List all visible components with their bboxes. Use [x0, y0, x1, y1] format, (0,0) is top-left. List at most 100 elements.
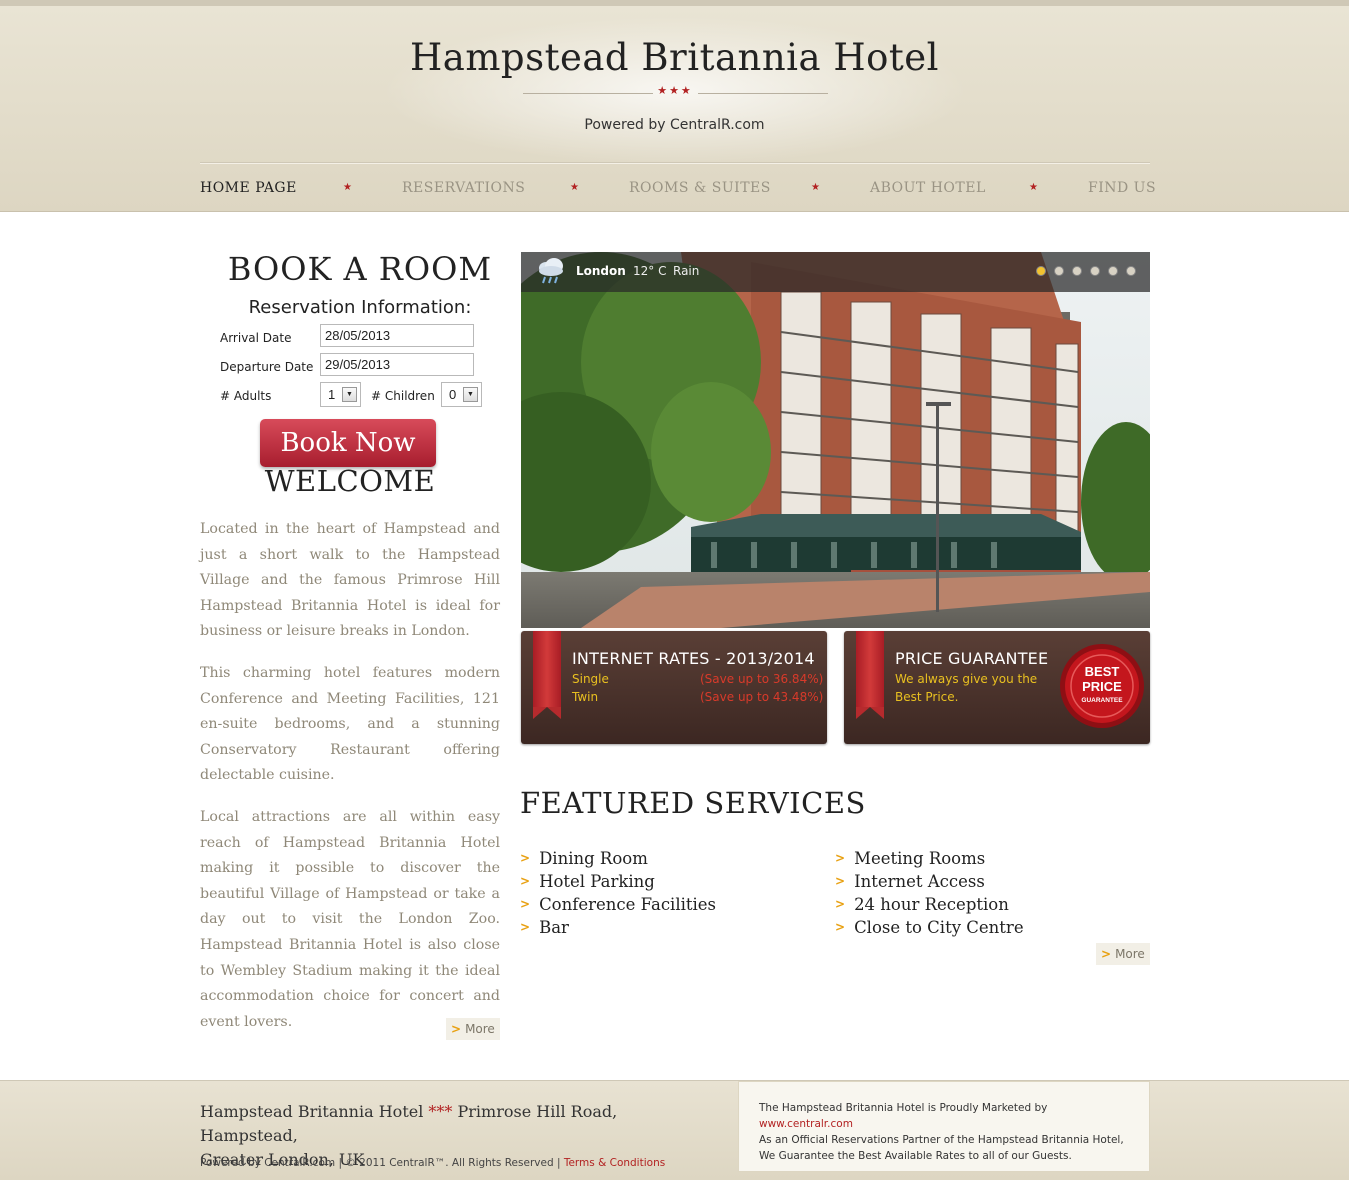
marketing-line3: We Guarantee the Best Available Rates to…	[759, 1150, 1072, 1162]
arrow-right-icon: >	[520, 920, 531, 934]
children-select[interactable]: 0 ▼	[441, 382, 482, 407]
rate-saving-twin: (Save up to 43.48%)	[700, 690, 824, 704]
adults-value: 1	[328, 387, 336, 402]
children-value: 0	[449, 387, 457, 402]
seal-text-price: PRICE	[1082, 679, 1122, 694]
nav-item-rooms-suites[interactable]: ROOMS & SUITES	[629, 180, 771, 196]
footer-hotel-name: Hampstead Britannia Hotel	[200, 1102, 424, 1121]
internet-rates-title: INTERNET RATES - 2013/2014	[572, 649, 815, 668]
arrow-right-icon: >	[835, 920, 846, 934]
best-price-seal-icon: BEST PRICE GUARANTEE	[1060, 644, 1144, 728]
ribbon-icon	[533, 631, 561, 719]
arrow-right-icon: >	[520, 874, 531, 888]
price-guarantee-title: PRICE GUARANTEE	[895, 649, 1049, 668]
arrow-right-icon: >	[835, 874, 846, 888]
marketing-line1: The Hampstead Britannia Hotel is Proudly…	[759, 1102, 1048, 1114]
copyright-text: Powered by CentralR.com | © 2011 Central…	[200, 1157, 564, 1169]
footer-marketing-text: The Hampstead Britannia Hotel is Proudly…	[759, 1100, 1139, 1164]
service-label: 24 hour Reception	[854, 895, 1009, 914]
seal-text-guarantee: GUARANTEE	[1081, 697, 1123, 704]
price-guarantee-line1: We always give you the	[895, 672, 1038, 686]
welcome-paragraph: Located in the heart of Hampstead and ju…	[200, 521, 500, 640]
price-guarantee-line2: Best Price.	[895, 690, 959, 704]
book-now-button[interactable]: Book Now	[260, 419, 436, 467]
nav-item-find-us[interactable]: FIND US	[1088, 180, 1156, 196]
service-item[interactable]: > Meeting Rooms	[835, 849, 985, 868]
slider-dot-6[interactable]	[1126, 266, 1136, 276]
hotel-photo-slider[interactable]	[521, 252, 1150, 628]
adults-select[interactable]: 1 ▼	[320, 382, 361, 407]
nav-item-reservations[interactable]: RESERVATIONS	[402, 180, 525, 196]
service-label: Bar	[539, 918, 569, 937]
services-more-button[interactable]: > More	[1096, 943, 1150, 965]
nav-star-icon: ★	[1029, 182, 1038, 193]
service-item[interactable]: > Internet Access	[835, 872, 985, 891]
nav-star-icon: ★	[343, 182, 352, 193]
ribbon-icon	[856, 631, 884, 719]
reservation-info-heading: Reservation Information:	[248, 297, 472, 318]
rate-saving-single: (Save up to 36.84%)	[700, 672, 824, 686]
weather-city: London	[576, 264, 626, 278]
service-item[interactable]: >24 hour Reception	[835, 895, 1009, 914]
arrival-date-input[interactable]: 28/05/2013	[320, 324, 474, 347]
slider-dot-4[interactable]	[1090, 266, 1100, 276]
rate-room-single: Single	[572, 672, 609, 686]
rate-room-twin: Twin	[572, 690, 599, 704]
arrow-right-icon: >	[520, 897, 531, 911]
welcome-paragraph: This charming hotel features modern Conf…	[200, 665, 500, 784]
footer-stars-icon: ***	[428, 1102, 453, 1121]
service-label: Dining Room	[539, 849, 648, 868]
slider-dot-5[interactable]	[1108, 266, 1118, 276]
hotel-title: Hampstead Britannia Hotel	[410, 36, 939, 79]
internet-rates-box[interactable]: INTERNET RATES - 2013/2014 Single (Save …	[521, 631, 827, 744]
terms-link[interactable]: Terms & Conditions	[564, 1157, 665, 1169]
nav-item-about-hotel[interactable]: ABOUT HOTEL	[870, 180, 986, 196]
rain-cloud-icon	[539, 258, 563, 284]
arrow-right-icon: >	[520, 851, 531, 865]
title-stars-icon: ★★★	[657, 84, 693, 97]
arrow-right-icon: >	[1101, 947, 1112, 961]
slider-dot-1[interactable]	[1036, 266, 1046, 276]
service-item[interactable]: > Close to City Centre	[835, 918, 1024, 937]
featured-services-title: FEATURED SERVICES	[520, 786, 866, 820]
hotel-building-photo	[521, 252, 1150, 628]
marketing-line2: As an Official Reservations Partner of t…	[759, 1134, 1124, 1146]
welcome-paragraph: Local attractions are all within easy re…	[200, 809, 500, 1030]
service-label: Hotel Parking	[539, 872, 655, 891]
departure-date-label: Departure Date	[220, 360, 314, 374]
chevron-down-icon[interactable]: ▼	[342, 387, 357, 402]
chevron-down-icon[interactable]: ▼	[463, 387, 478, 402]
arrow-right-icon: >	[451, 1022, 462, 1036]
slider-dot-3[interactable]	[1072, 266, 1082, 276]
nav-star-icon: ★	[570, 182, 579, 193]
service-label: Conference Facilities	[539, 895, 717, 914]
service-label: Meeting Rooms	[854, 849, 986, 868]
arrow-right-icon: >	[835, 897, 846, 911]
welcome-title: WELCOME	[264, 464, 436, 498]
main-nav: HOME PAGE ★ RESERVATIONS ★ ROOMS & SUITE…	[200, 180, 1156, 200]
departure-date-input[interactable]: 29/05/2013	[320, 353, 474, 376]
more-label: More	[465, 1022, 495, 1036]
service-item[interactable]: > Conference Facilities	[520, 895, 716, 914]
service-label: Close to City Centre	[854, 918, 1024, 937]
nav-divider	[200, 162, 1150, 163]
service-item[interactable]: > Hotel Parking	[520, 872, 655, 891]
nav-item-home[interactable]: HOME PAGE	[200, 180, 297, 196]
centralr-link[interactable]: www.centralr.com	[759, 1118, 853, 1130]
footer-copyright: Powered by CentralR.com | © 2011 Central…	[200, 1157, 665, 1169]
service-item[interactable]: > Dining Room	[520, 849, 648, 868]
title-rule-left	[523, 93, 653, 94]
arrival-date-label: Arrival Date	[220, 331, 292, 345]
service-label: Internet Access	[854, 872, 985, 891]
seal-text-best: BEST	[1085, 664, 1120, 679]
title-rule-right	[698, 93, 828, 94]
nav-star-icon: ★	[811, 182, 820, 193]
welcome-more-button[interactable]: > More	[446, 1018, 500, 1040]
service-item[interactable]: > Bar	[520, 918, 569, 937]
adults-label: # Adults	[220, 389, 272, 403]
slider-dot-2[interactable]	[1054, 266, 1064, 276]
more-label: More	[1115, 947, 1145, 961]
weather-temperature: 12° C	[633, 264, 667, 278]
children-label: # Children	[371, 389, 435, 403]
weather-condition: Rain	[673, 264, 700, 278]
